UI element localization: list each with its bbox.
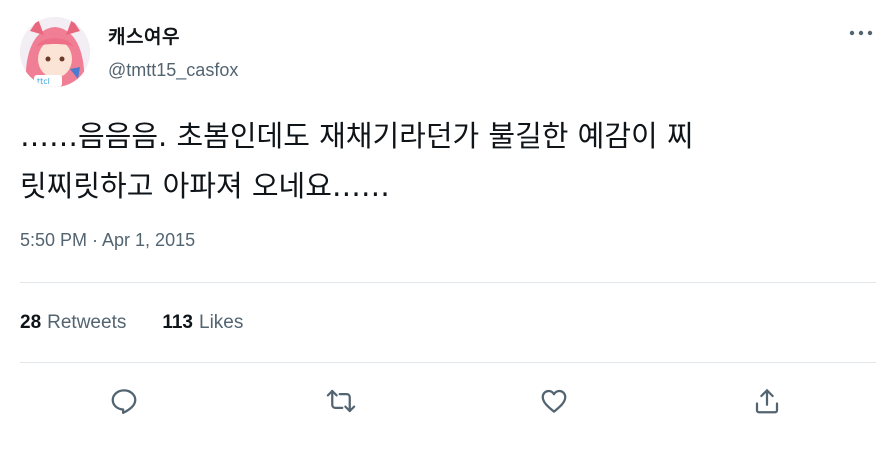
likes-stat[interactable]: 113 Likes xyxy=(162,312,243,334)
retweets-label: Retweets xyxy=(47,312,127,333)
tweet-text: ……음음음. 초봄인데도 재채기라던가 불길한 예감이 찌 릿찌릿하고 아파져 … xyxy=(20,119,694,203)
like-button[interactable] xyxy=(535,382,573,420)
divider-bottom xyxy=(20,362,876,363)
svg-text:ttcl: ttcl xyxy=(37,77,50,86)
tweet-stats: 28 Retweets 113 Likes xyxy=(20,312,243,334)
likes-label: Likes xyxy=(199,312,244,333)
share-button[interactable] xyxy=(748,382,786,420)
share-upload-icon xyxy=(755,389,779,414)
more-button[interactable] xyxy=(846,22,876,44)
heart-icon xyxy=(541,389,567,413)
retweet-arrows-icon xyxy=(326,389,356,413)
retweets-stat[interactable]: 28 Retweets xyxy=(20,312,126,334)
avatar[interactable]: ttcl xyxy=(20,17,90,87)
avatar-image: ttcl xyxy=(20,17,90,87)
reply-button[interactable] xyxy=(105,382,143,420)
tweet-timestamp[interactable]: 5:50 PM · Apr 1, 2015 xyxy=(20,230,195,251)
retweet-button[interactable] xyxy=(322,382,360,420)
likes-count: 113 xyxy=(162,312,193,333)
reply-bubble-icon xyxy=(111,389,137,414)
more-dots-icon xyxy=(849,30,873,36)
user-handle[interactable]: @tmtt15_casfox xyxy=(108,60,238,81)
retweets-count: 28 xyxy=(20,312,42,333)
divider-top xyxy=(20,282,876,283)
display-name[interactable]: 캐스여우 xyxy=(108,22,180,49)
